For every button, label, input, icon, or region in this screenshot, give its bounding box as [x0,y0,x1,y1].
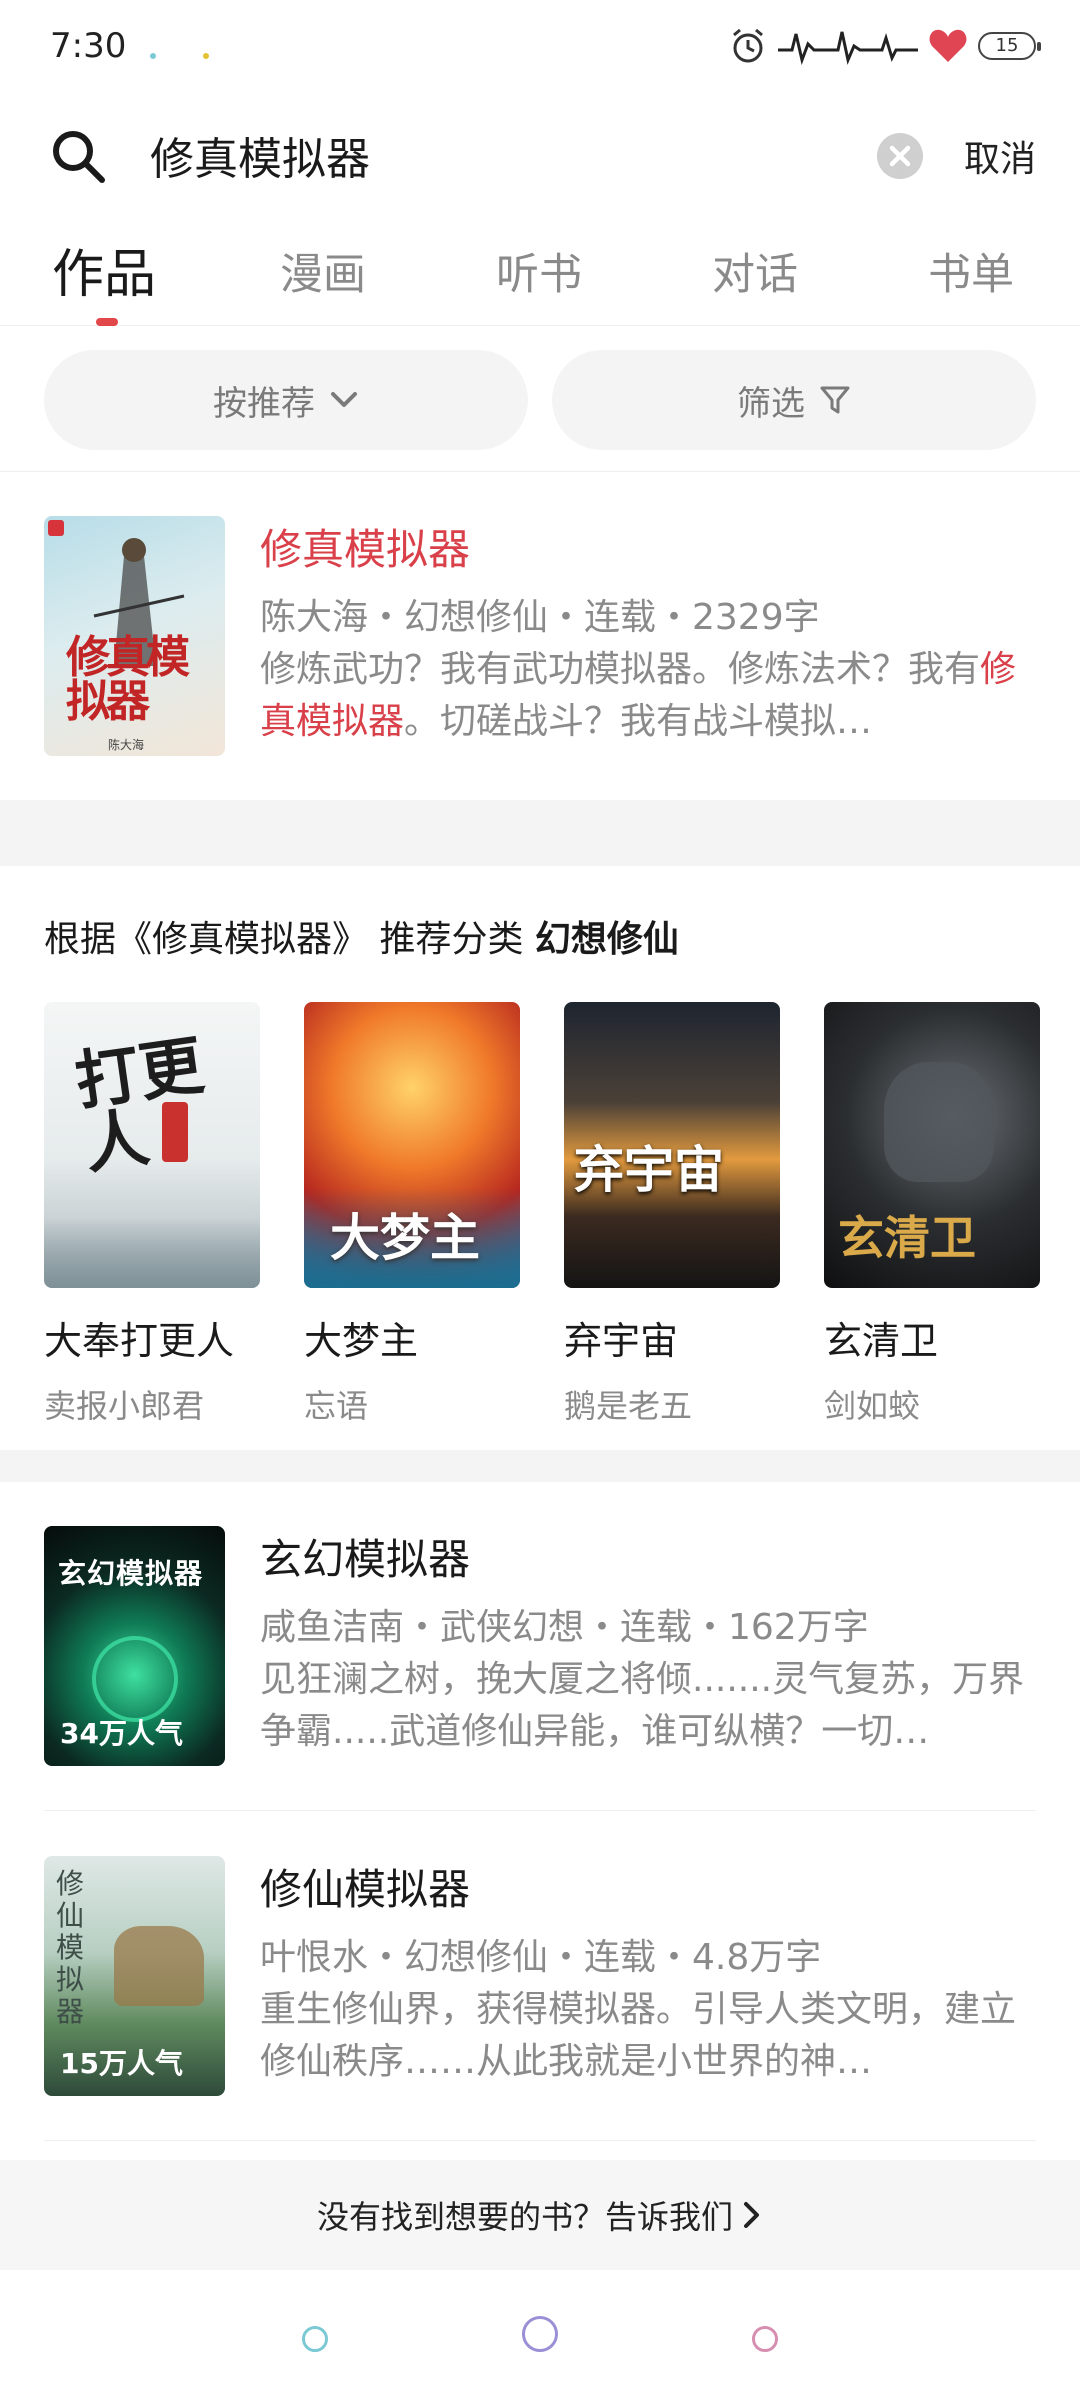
book-title: 修真模拟器 [260,525,471,574]
nav-back-button[interactable] [302,2326,328,2352]
status-bar: 7:30 15 [0,0,1080,96]
nav-home-button[interactable] [522,2316,558,2352]
recommend-title: 弃宇宙 [564,1319,679,1363]
notification-icon [150,53,156,59]
book-cover: 打更人 [44,1002,260,1288]
notification-icon [203,53,210,59]
search-input[interactable] [150,124,850,186]
tab-dialogue[interactable]: 对话 [712,240,798,302]
sort-label: 按推荐 [213,383,315,424]
cover-title: 弃宇宙 [574,1140,724,1199]
recommend-title: 玄清卫 [824,1319,939,1363]
tab-works[interactable]: 作品 [52,232,156,307]
system-navigation-bar [0,2270,1080,2400]
recommend-heading: 根据《修真模拟器》 推荐分类 幻想修仙 [44,910,679,962]
search-result-item[interactable]: 修仙模拟器 15万人气 修仙模拟器 叶恨水・幻想修仙・连载・4.8万字 重生修仙… [44,1856,1036,2096]
book-cover: 玄清卫 [824,1002,1040,1288]
recommend-book-card[interactable]: 打更人 大奉打更人 卖报小郎君 [44,1002,260,1427]
book-meta: 咸鱼洁南・武侠幻想・连载・162万字 [260,1607,869,1648]
signal-icon [778,31,918,66]
recommend-author: 卖报小郎君 [44,1387,205,1425]
feedback-link[interactable]: 没有找到想要的书？告诉我们 [0,2160,1080,2270]
book-cover: 大梦主 [304,1002,520,1288]
battery-indicator: 15 [978,32,1041,60]
recommend-author: 鹅是老五 [564,1387,693,1425]
recommend-book-card[interactable]: 大梦主 大梦主 忘语 [304,1002,520,1427]
book-description: 见狂澜之树，挽大厦之将倾.......灵气复苏，万界争霸.....武道修仙异能，… [260,1659,1025,1752]
alarm-icon [733,28,763,63]
cover-title: 修仙模拟器 [56,1867,85,2028]
filter-label: 筛选 [737,383,805,424]
cancel-button[interactable]: 取消 [964,130,1036,182]
sort-dropdown[interactable]: 按推荐 [44,350,528,450]
list-divider [44,2140,1036,2141]
book-cover: 玄幻模拟器 34万人气 [44,1526,225,1766]
cover-title: 玄清卫 [838,1211,976,1265]
recommend-book-card[interactable]: 玄清卫 玄清卫 剑如蛟 [824,1002,1040,1427]
feedback-label: 没有找到想要的书？告诉我们 [316,2198,733,2236]
cover-title: 打更人 [70,1027,209,1184]
notification-icons [150,44,251,63]
search-result-item[interactable]: 玄幻模拟器 34万人气 玄幻模拟器 咸鱼洁南・武侠幻想・连载・162万字 见狂澜… [44,1526,1036,1766]
heart-icon [929,29,967,62]
recommend-title: 大奉打更人 [44,1319,235,1363]
popularity-badge: 34万人气 [60,1717,183,1750]
top-result-item[interactable]: 修真模拟器 陈大海 修真模拟器 陈大海・幻想修仙・连载・2329字 修炼武功？我… [44,516,1036,756]
chevron-right-icon [744,2202,759,2228]
book-cover: 修仙模拟器 15万人气 [44,1856,225,2096]
book-meta: 叶恨水・幻想修仙・连载・4.8万字 [260,1937,822,1978]
tab-audiobooks[interactable]: 听书 [496,240,582,302]
recommend-title: 大梦主 [304,1319,419,1363]
status-right: 15 [728,26,1041,66]
desc-text: 修炼武功？我有武功模拟器。修炼法术？我有 [260,649,981,690]
recommend-book-card[interactable]: 弃宇宙 弃宇宙 鹅是老五 [564,1002,780,1427]
book-cover: 修真模拟器 陈大海 [44,516,225,756]
active-tab-indicator [96,318,118,326]
recommend-author: 忘语 [304,1387,369,1425]
tab-booklists[interactable]: 书单 [928,240,1014,302]
result-tabs: 作品 漫画 听书 对话 书单 [0,222,1080,326]
list-divider [44,1810,1036,1811]
book-title: 玄幻模拟器 [260,1535,471,1584]
cover-title: 大梦主 [330,1208,480,1267]
book-title: 修仙模拟器 [260,1865,471,1914]
book-description: 重生修仙界，获得模拟器。引导人类文明，建立修仙秩序……从此我就是小世界的神… [260,1989,1017,2082]
section-separator [0,800,1080,866]
tab-comics[interactable]: 漫画 [280,240,366,302]
filter-bar: 按推荐 筛选 [0,326,1080,472]
cover-title: 修真模拟器 [66,632,190,727]
book-cover: 弃宇宙 [564,1002,780,1288]
recommend-author: 剑如蛟 [824,1387,921,1425]
nav-recents-button[interactable] [752,2326,778,2352]
status-time: 7:30 [50,26,127,66]
book-meta: 陈大海・幻想修仙・连载・2329字 [260,597,820,638]
cover-author: 陈大海 [108,738,145,752]
funnel-icon [820,386,850,414]
section-separator [0,1450,1080,1482]
filter-button[interactable]: 筛选 [552,350,1036,450]
desc-text: 。切磋战斗？我有战斗模拟… [404,701,873,742]
cover-title: 玄幻模拟器 [58,1557,204,1590]
book-description: 修炼武功？我有武功模拟器。修炼法术？我有修真模拟器。切磋战斗？我有战斗模拟… [260,644,1040,748]
chevron-down-icon [331,392,357,407]
clear-search-icon[interactable] [876,132,924,180]
recommend-category[interactable]: 幻想修仙 [535,919,679,960]
search-bar: 取消 [0,110,1080,200]
search-icon[interactable] [48,126,108,186]
popularity-badge: 15万人气 [60,2047,183,2080]
recommend-heading-prefix: 根据《修真模拟器》 推荐分类 [44,919,524,960]
